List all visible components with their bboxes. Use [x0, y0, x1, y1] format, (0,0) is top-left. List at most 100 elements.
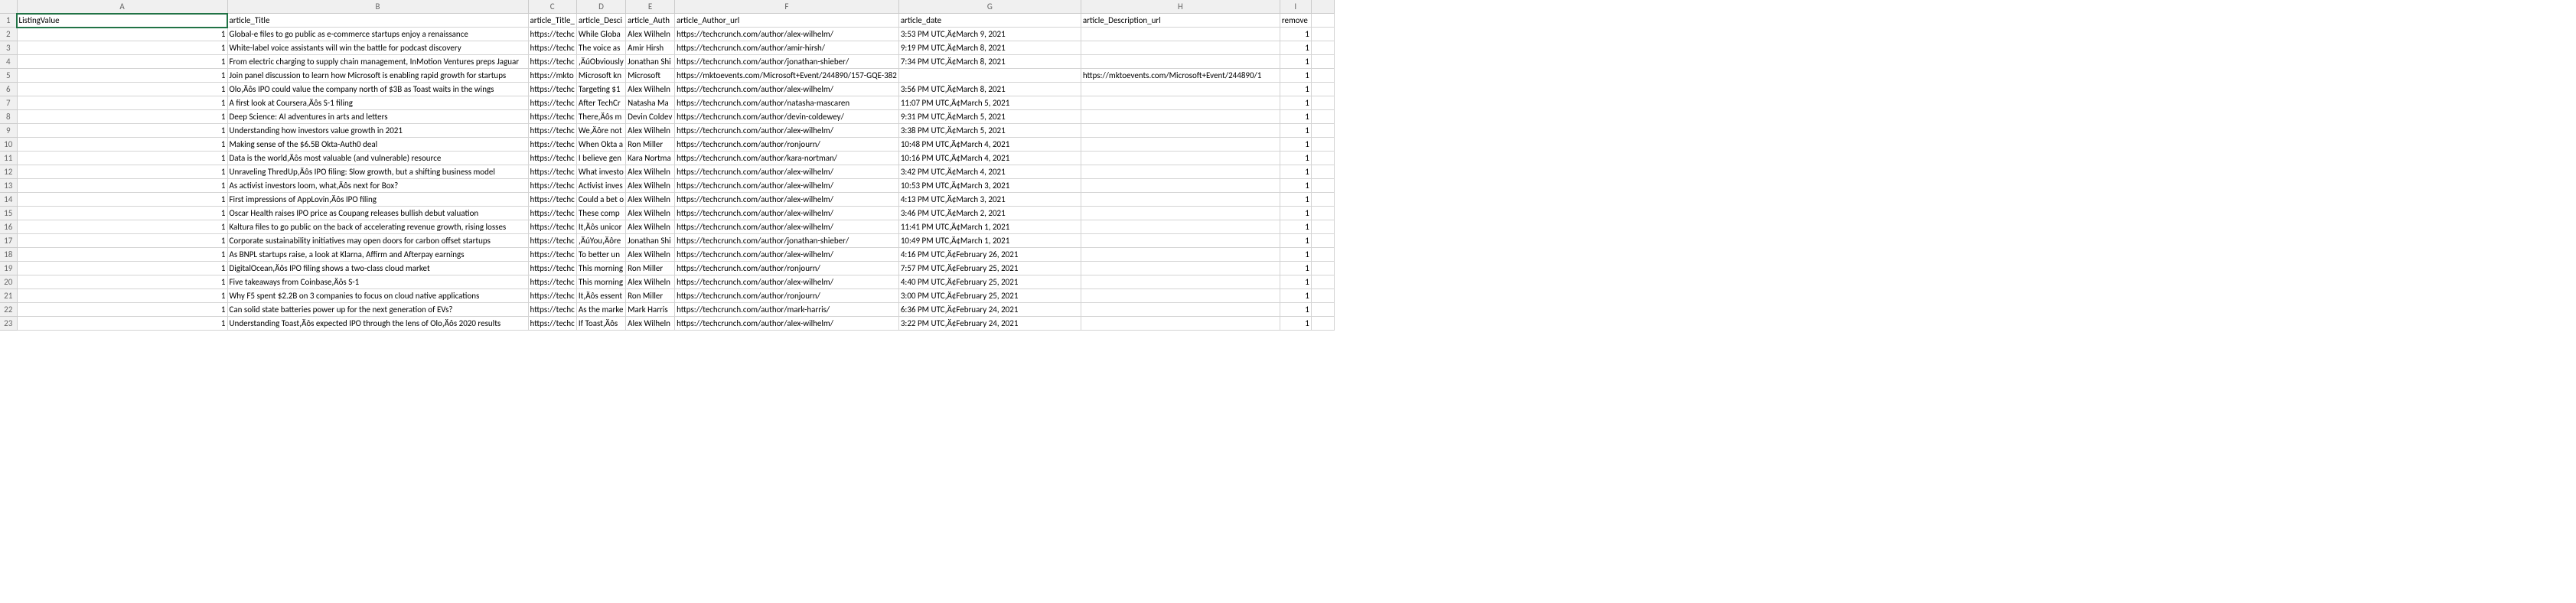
cell-D2[interactable]: While Globa: [576, 28, 625, 41]
cell-F16[interactable]: https://techcrunch.com/author/alex-wilhe…: [675, 220, 899, 234]
cell-H20[interactable]: [1081, 275, 1280, 289]
cell-J1[interactable]: [1311, 14, 1334, 28]
cell-F15[interactable]: https://techcrunch.com/author/alex-wilhe…: [675, 207, 899, 220]
cell-C11[interactable]: https://techc: [528, 152, 576, 165]
cell-A11[interactable]: 1: [17, 152, 227, 165]
cell-H19[interactable]: [1081, 262, 1280, 275]
cell-C4[interactable]: https://techc: [528, 55, 576, 69]
cell-C15[interactable]: https://techc: [528, 207, 576, 220]
cell-F6[interactable]: https://techcrunch.com/author/alex-wilhe…: [675, 83, 899, 96]
cell-G12[interactable]: 3:42 PM UTC‚Ä¢March 4, 2021: [898, 165, 1081, 179]
cell-A14[interactable]: 1: [17, 193, 227, 207]
cell-G6[interactable]: 3:56 PM UTC‚Ä¢March 8, 2021: [898, 83, 1081, 96]
column-header-A[interactable]: A: [17, 0, 227, 14]
cell-I12[interactable]: 1: [1280, 165, 1311, 179]
cell-D10[interactable]: When Okta a: [576, 138, 625, 152]
cell-I9[interactable]: 1: [1280, 124, 1311, 138]
column-header-G[interactable]: G: [898, 0, 1081, 14]
cell-D16[interactable]: It‚Äôs unicor: [576, 220, 625, 234]
cell-B17[interactable]: Corporate sustainability initiatives may…: [227, 234, 528, 248]
cell-G15[interactable]: 3:46 PM UTC‚Ä¢March 2, 2021: [898, 207, 1081, 220]
cell-B6[interactable]: Olo‚Äôs IPO could value the company nort…: [227, 83, 528, 96]
cell-I10[interactable]: 1: [1280, 138, 1311, 152]
cell-D20[interactable]: This morning: [576, 275, 625, 289]
cell-A16[interactable]: 1: [17, 220, 227, 234]
cell-G21[interactable]: 3:00 PM UTC‚Ä¢February 25, 2021: [898, 289, 1081, 303]
cell-G16[interactable]: 11:41 PM UTC‚Ä¢March 1, 2021: [898, 220, 1081, 234]
cell-C19[interactable]: https://techc: [528, 262, 576, 275]
row-header[interactable]: 22: [0, 303, 17, 317]
cell-I20[interactable]: 1: [1280, 275, 1311, 289]
cell-D6[interactable]: Targeting $1: [576, 83, 625, 96]
select-all-corner[interactable]: [0, 0, 17, 14]
cell-H17[interactable]: [1081, 234, 1280, 248]
cell-I8[interactable]: 1: [1280, 110, 1311, 124]
cell-B7[interactable]: A first look at Coursera‚Äôs S-1 filing: [227, 96, 528, 110]
cell-J23[interactable]: [1311, 317, 1334, 331]
row-header[interactable]: 20: [0, 275, 17, 289]
cell-E10[interactable]: Ron Miller: [626, 138, 675, 152]
cell-A17[interactable]: 1: [17, 234, 227, 248]
cell-G11[interactable]: 10:16 PM UTC‚Ä¢March 4, 2021: [898, 152, 1081, 165]
cell-I22[interactable]: 1: [1280, 303, 1311, 317]
cell-G2[interactable]: 3:53 PM UTC‚Ä¢March 9, 2021: [898, 28, 1081, 41]
cell-C6[interactable]: https://techc: [528, 83, 576, 96]
cell-C9[interactable]: https://techc: [528, 124, 576, 138]
cell-J13[interactable]: [1311, 179, 1334, 193]
cell-A6[interactable]: 1: [17, 83, 227, 96]
cell-E6[interactable]: Alex Wilheln: [626, 83, 675, 96]
row-header[interactable]: 1: [0, 14, 17, 28]
cell-A21[interactable]: 1: [17, 289, 227, 303]
cell-H8[interactable]: [1081, 110, 1280, 124]
cell-H7[interactable]: [1081, 96, 1280, 110]
cell-F13[interactable]: https://techcrunch.com/author/alex-wilhe…: [675, 179, 899, 193]
cell-H18[interactable]: [1081, 248, 1280, 262]
row-header[interactable]: 19: [0, 262, 17, 275]
cell-D17[interactable]: ‚ÄúYou‚Äôre: [576, 234, 625, 248]
cell-E22[interactable]: Mark Harris: [626, 303, 675, 317]
cell-J3[interactable]: [1311, 41, 1334, 55]
column-header-F[interactable]: F: [675, 0, 899, 14]
row-header[interactable]: 23: [0, 317, 17, 331]
row-header[interactable]: 16: [0, 220, 17, 234]
cell-D5[interactable]: Microsoft kn: [576, 69, 625, 83]
cell-F17[interactable]: https://techcrunch.com/author/jonathan-s…: [675, 234, 899, 248]
cell-I17[interactable]: 1: [1280, 234, 1311, 248]
cell-E14[interactable]: Alex Wilheln: [626, 193, 675, 207]
cell-F9[interactable]: https://techcrunch.com/author/alex-wilhe…: [675, 124, 899, 138]
cell-A12[interactable]: 1: [17, 165, 227, 179]
cell-H3[interactable]: [1081, 41, 1280, 55]
cell-B15[interactable]: Oscar Health raises IPO price as Coupang…: [227, 207, 528, 220]
cell-A18[interactable]: 1: [17, 248, 227, 262]
cell-G8[interactable]: 9:31 PM UTC‚Ä¢March 5, 2021: [898, 110, 1081, 124]
cell-H9[interactable]: [1081, 124, 1280, 138]
cell-F3[interactable]: https://techcrunch.com/author/amir-hirsh…: [675, 41, 899, 55]
cell-J16[interactable]: [1311, 220, 1334, 234]
cell-G20[interactable]: 4:40 PM UTC‚Ä¢February 25, 2021: [898, 275, 1081, 289]
cell-E7[interactable]: Natasha Ma: [626, 96, 675, 110]
cell-C21[interactable]: https://techc: [528, 289, 576, 303]
cell-J7[interactable]: [1311, 96, 1334, 110]
cell-G3[interactable]: 9:19 PM UTC‚Ä¢March 8, 2021: [898, 41, 1081, 55]
cell-G22[interactable]: 6:36 PM UTC‚Ä¢February 24, 2021: [898, 303, 1081, 317]
cell-B8[interactable]: Deep Science: AI adventures in arts and …: [227, 110, 528, 124]
cell-G18[interactable]: 4:16 PM UTC‚Ä¢February 26, 2021: [898, 248, 1081, 262]
cell-J12[interactable]: [1311, 165, 1334, 179]
cell-B19[interactable]: DigitalOcean‚Äôs IPO filing shows a two-…: [227, 262, 528, 275]
cell-D21[interactable]: It‚Äôs essent: [576, 289, 625, 303]
cell-B10[interactable]: Making sense of the $6.5B Okta-Auth0 dea…: [227, 138, 528, 152]
cell-B23[interactable]: Understanding Toast‚Äôs expected IPO thr…: [227, 317, 528, 331]
cell-E13[interactable]: Alex Wilheln: [626, 179, 675, 193]
cell-E11[interactable]: Kara Nortma: [626, 152, 675, 165]
cell-G7[interactable]: 11:07 PM UTC‚Ä¢March 5, 2021: [898, 96, 1081, 110]
cell-D1[interactable]: article_Desci: [576, 14, 625, 28]
cell-H4[interactable]: [1081, 55, 1280, 69]
cell-C2[interactable]: https://techc: [528, 28, 576, 41]
cell-B13[interactable]: As activist investors loom, what‚Äôs nex…: [227, 179, 528, 193]
cell-C13[interactable]: https://techc: [528, 179, 576, 193]
row-header[interactable]: 11: [0, 152, 17, 165]
cell-G9[interactable]: 3:38 PM UTC‚Ä¢March 5, 2021: [898, 124, 1081, 138]
cell-H15[interactable]: [1081, 207, 1280, 220]
cell-J18[interactable]: [1311, 248, 1334, 262]
cell-D13[interactable]: Activist inves: [576, 179, 625, 193]
